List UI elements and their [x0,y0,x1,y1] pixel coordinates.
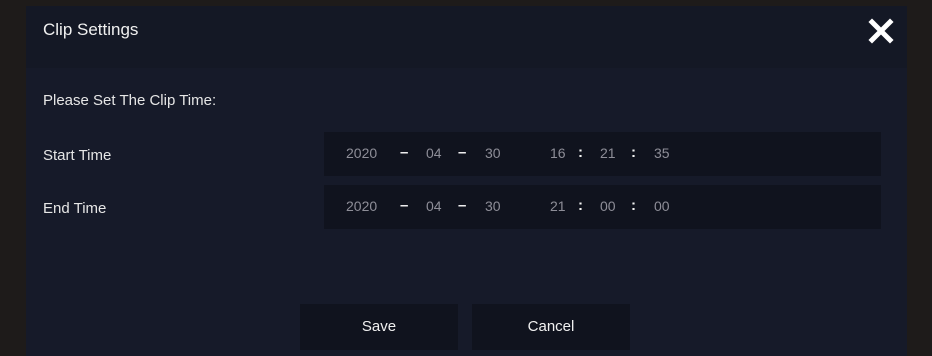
date-separator: – [400,144,409,161]
dialog-titlebar: Clip Settings [26,6,907,68]
start-year[interactable]: 2020 [346,145,377,161]
clip-settings-dialog: Clip Settings Please Set The Clip Time: … [26,6,907,356]
dialog-title: Clip Settings [43,20,139,39]
date-separator: – [458,144,467,161]
end-year[interactable]: 2020 [346,198,377,214]
time-separator: : [631,197,636,214]
clip-time-prompt: Please Set The Clip Time: [43,92,217,109]
close-button[interactable] [866,16,896,46]
start-time-field[interactable]: 2020 – 04 – 30 16 : 21 : 35 [324,132,881,176]
time-separator: : [578,197,583,214]
cancel-button[interactable]: Cancel [472,304,630,350]
start-minute[interactable]: 21 [600,145,616,161]
start-day[interactable]: 30 [485,145,501,161]
end-day[interactable]: 30 [485,198,501,214]
date-separator: – [458,197,467,214]
start-time-label: Start Time [43,147,112,164]
start-hour[interactable]: 16 [550,145,566,161]
end-second[interactable]: 00 [654,198,670,214]
start-month[interactable]: 04 [426,145,442,161]
close-icon[interactable] [866,16,896,46]
end-minute[interactable]: 00 [600,198,616,214]
time-separator: : [631,144,636,161]
start-second[interactable]: 35 [654,145,670,161]
end-hour[interactable]: 21 [550,198,566,214]
end-time-field[interactable]: 2020 – 04 – 30 21 : 00 : 00 [324,185,881,229]
end-month[interactable]: 04 [426,198,442,214]
end-time-label: End Time [43,200,107,217]
date-separator: – [400,197,409,214]
save-button[interactable]: Save [300,304,458,350]
time-separator: : [578,144,583,161]
